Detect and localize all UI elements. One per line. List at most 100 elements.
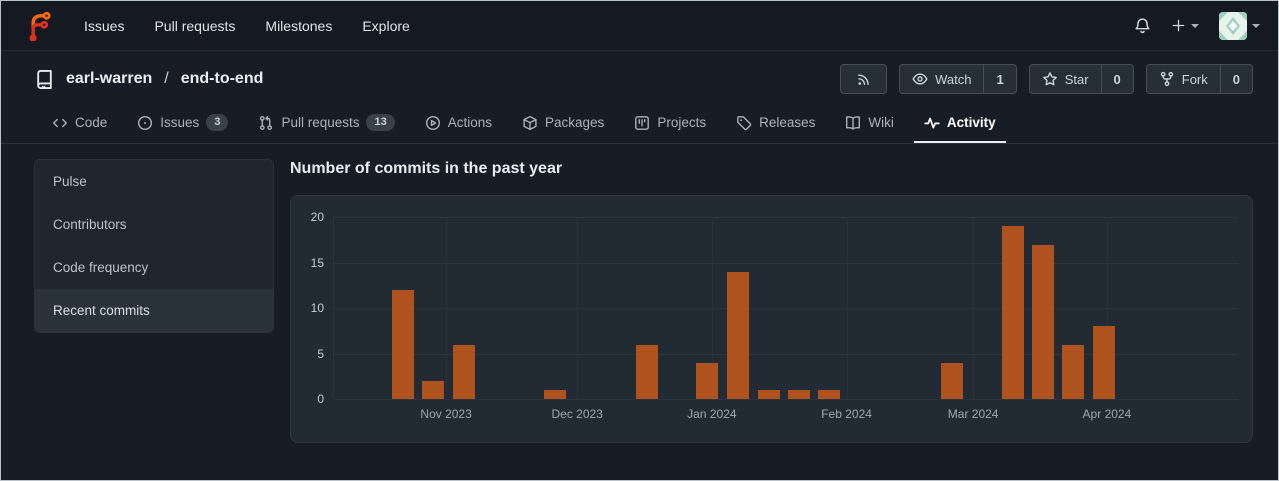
chevron-down-icon [1191, 23, 1199, 28]
sidebar-item-label: Code frequency [53, 260, 149, 276]
tab-label: Actions [447, 115, 493, 131]
y-axis-tick-label: 10 [310, 301, 324, 316]
user-menu-dropdown[interactable] [1219, 11, 1260, 40]
eye-icon [912, 73, 928, 85]
watch-button[interactable]: Watch 1 [899, 64, 1017, 94]
tab-actions[interactable]: Actions [415, 103, 502, 143]
y-axis-tick-label: 20 [310, 210, 324, 225]
code-icon [53, 118, 67, 127]
issues-count-badge: 3 [206, 114, 229, 132]
commit-count-bar [787, 390, 810, 400]
commit-count-bar [544, 390, 567, 400]
commit-count-bar [818, 390, 841, 400]
pull-requests-count-badge: 13 [366, 114, 395, 132]
page-title: Number of commits in the past year [290, 160, 563, 178]
x-axis-month-label: Feb 2024 [821, 407, 872, 422]
book-icon [846, 115, 861, 130]
star-button[interactable]: Star 0 [1028, 64, 1134, 94]
x-axis-month-label: Nov 2023 [420, 407, 472, 422]
fork-label: Fork [1181, 71, 1208, 87]
fork-button[interactable]: Fork 0 [1145, 64, 1253, 94]
watch-count[interactable]: 1 [983, 65, 1015, 93]
tab-issues[interactable]: Issues 3 [127, 103, 238, 143]
sidebar-item-recent-commits[interactable]: Recent commits [35, 289, 273, 333]
navbar-right [1134, 11, 1260, 40]
chart-gridline [334, 308, 1238, 310]
sidebar-item-code-frequency[interactable]: Code frequency [35, 246, 273, 289]
star-icon [1042, 72, 1057, 86]
repo-header: earl-warren / end-to-end Watch 1 Star 0 … [1, 51, 1278, 103]
fork-icon [1160, 71, 1173, 87]
nav-links: Issues Pull requests Milestones Explore [69, 10, 425, 42]
forgejo-logo-icon[interactable] [25, 11, 55, 41]
nav-link-explore[interactable]: Explore [347, 10, 424, 42]
chart-y-labels: 0 5 10 15 20 [291, 210, 333, 406]
repo-icon [34, 69, 55, 90]
rss-feed-button[interactable] [840, 64, 888, 94]
chart-month-gridline [973, 217, 975, 400]
sidebar-item-pulse[interactable]: Pulse [35, 160, 273, 203]
commit-count-bar [1031, 244, 1054, 400]
git-pull-request-icon [260, 115, 273, 130]
commit-count-bar [635, 344, 658, 400]
chart-plot: Nov 2023 Dec 2023 Jan 2024 Feb 2024 Mar 2024… [333, 217, 1238, 421]
issue-opened-icon [138, 115, 153, 130]
tab-projects[interactable]: Projects [624, 103, 716, 143]
tab-releases[interactable]: Releases [726, 103, 825, 143]
user-avatar [1219, 11, 1247, 40]
create-new-dropdown[interactable] [1171, 18, 1199, 33]
sidebar-item-contributors[interactable]: Contributors [35, 203, 273, 246]
repo-name-link[interactable]: end-to-end [181, 70, 264, 88]
play-icon [425, 115, 440, 130]
commit-count-bar [1062, 344, 1085, 400]
commit-count-bar [453, 344, 476, 400]
chart-month-gridline [446, 217, 448, 400]
commit-count-bar [1093, 326, 1116, 400]
repo-actions: Watch 1 Star 0 Fork 0 [840, 64, 1253, 94]
y-axis-tick-label: 0 [317, 392, 324, 407]
sidebar-item-label: Contributors [53, 217, 127, 233]
commit-count-bar [696, 362, 719, 400]
sidebar-item-label: Pulse [53, 174, 87, 190]
nav-link-pull-requests[interactable]: Pull requests [139, 10, 250, 42]
x-axis-month-label: Mar 2024 [947, 407, 999, 422]
commits-chart-card: 0 5 10 15 20 Nov 2023 Dec 2023 Jan 2024 Feb 202… [290, 195, 1253, 444]
tab-label: Packages [545, 115, 605, 131]
top-navbar: Issues Pull requests Milestones Explore [1, 1, 1278, 51]
watch-label: Watch [935, 71, 972, 87]
chart-month-gridline [846, 217, 848, 400]
tag-icon [737, 115, 752, 130]
package-icon [523, 115, 537, 130]
tab-code[interactable]: Code [42, 103, 117, 143]
x-axis-month-label: Dec 2023 [551, 407, 603, 422]
tab-pull-requests[interactable]: Pull requests 13 [248, 103, 404, 143]
content-area: Pulse Contributors Code frequency Recent… [1, 144, 1278, 444]
tab-label: Pull requests [281, 115, 360, 131]
repo-tabs: Code Issues 3 Pull requests 13 Actions P… [1, 103, 1278, 145]
chart-gridline [334, 399, 1238, 401]
tab-label: Code [75, 115, 108, 131]
tab-packages[interactable]: Packages [512, 103, 614, 143]
tab-label: Issues [160, 115, 200, 131]
star-count[interactable]: 0 [1100, 65, 1133, 93]
chart-gridline [334, 217, 1238, 219]
tab-activity[interactable]: Activity [913, 103, 1006, 144]
nav-link-milestones[interactable]: Milestones [250, 10, 347, 42]
nav-link-issues[interactable]: Issues [69, 10, 139, 42]
commit-count-bar [1001, 226, 1024, 400]
chart-month-gridline [577, 217, 579, 400]
x-axis-month-label: Apr 2024 [1082, 407, 1132, 422]
y-axis-tick-label: 5 [317, 346, 324, 361]
notifications-bell-icon[interactable] [1134, 17, 1151, 34]
commit-count-bar [422, 381, 445, 400]
y-axis-tick-label: 15 [310, 255, 324, 270]
plus-icon [1172, 19, 1185, 32]
tab-label: Wiki [868, 115, 894, 131]
tab-wiki[interactable]: Wiki [835, 103, 904, 143]
repo-owner-link[interactable]: earl-warren [66, 70, 152, 88]
commit-count-bar [941, 362, 964, 400]
chevron-down-icon [1252, 23, 1260, 28]
x-axis-month-label: Jan 2024 [687, 407, 737, 422]
star-label: Star [1064, 71, 1089, 87]
fork-count[interactable]: 0 [1219, 65, 1252, 93]
